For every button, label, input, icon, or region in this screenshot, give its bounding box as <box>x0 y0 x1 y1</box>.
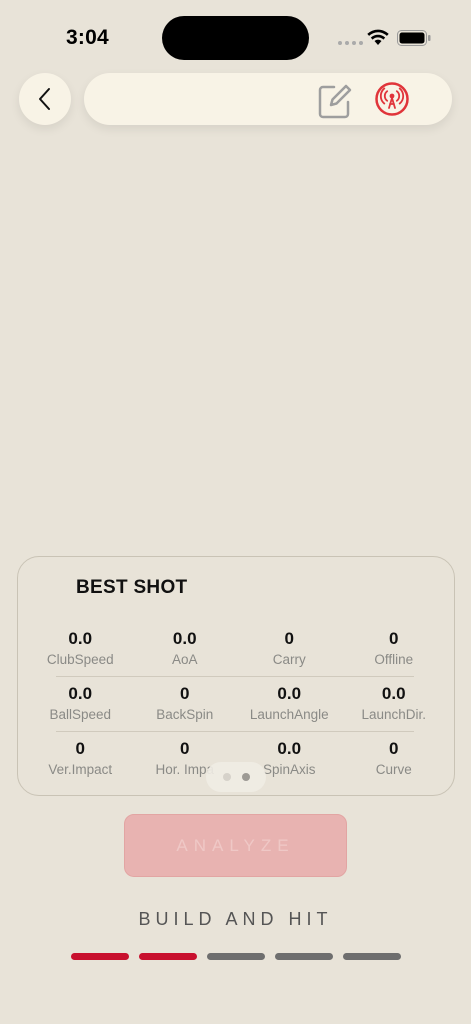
metric-ball-speed: 0.0 BallSpeed <box>28 684 133 736</box>
metric-ver-impact: 0 Ver.Impact <box>28 739 133 791</box>
progress-step <box>275 953 333 960</box>
build-and-hit-title: BUILD AND HIT <box>138 909 333 929</box>
page-dot[interactable] <box>222 773 231 781</box>
metric-value: 0.0 <box>68 684 93 703</box>
wifi-icon <box>367 29 389 45</box>
metric-value: 0 <box>389 739 399 758</box>
metric-label: LaunchAngle <box>249 707 329 722</box>
page-dot-active[interactable] <box>241 773 250 781</box>
metric-label: LaunchDir. <box>361 707 427 722</box>
cellular-signal-icon <box>338 41 363 45</box>
metric-label: Curve <box>375 762 412 777</box>
dynamic-island <box>162 16 309 60</box>
metric-value: 0.0 <box>277 684 302 703</box>
row-divider <box>56 676 414 677</box>
chevron-left-icon <box>39 88 50 110</box>
metric-launch-dir: 0.0 LaunchDir. <box>342 684 447 736</box>
row-divider <box>56 731 414 732</box>
metric-label: BallSpeed <box>49 707 112 722</box>
metric-aoa: 0.0 AoA <box>133 629 238 681</box>
best-shot-card[interactable]: BEST SHOT 0.0 ClubSpeed 0.0 AoA 0 Carry … <box>17 556 455 796</box>
metric-value: 0 <box>180 739 190 758</box>
metric-value: 0.0 <box>172 629 197 648</box>
metric-value: 0 <box>284 629 294 648</box>
metrics-row: 0.0 ClubSpeed 0.0 AoA 0 Carry 0 Offline <box>28 629 446 681</box>
broadcast-icon[interactable] <box>374 81 410 117</box>
metric-back-spin: 0 BackSpin <box>133 684 238 736</box>
analyze-button[interactable]: ANALYZE <box>124 814 347 877</box>
top-toolbar <box>84 73 452 125</box>
metrics-row: 0.0 BallSpeed 0 BackSpin 0.0 LaunchAngle… <box>28 684 446 736</box>
progress-step <box>343 953 401 960</box>
edit-icon[interactable] <box>314 81 354 121</box>
metric-label: Ver.Impact <box>48 762 113 777</box>
progress-step <box>71 953 129 960</box>
metric-club-speed: 0.0 ClubSpeed <box>28 629 133 681</box>
page-indicator[interactable] <box>206 762 266 792</box>
metric-value: 0.0 <box>381 684 406 703</box>
metric-value: 0 <box>180 684 190 703</box>
metric-launch-angle: 0.0 LaunchAngle <box>237 684 342 736</box>
best-shot-title: BEST SHOT <box>76 577 188 598</box>
metric-curve: 0 Curve <box>342 739 447 791</box>
step-progress <box>71 953 401 960</box>
battery-icon <box>397 30 431 46</box>
metric-value: 0.0 <box>277 739 302 758</box>
metric-offline: 0 Offline <box>342 629 447 681</box>
metric-label: ClubSpeed <box>46 652 114 667</box>
progress-step <box>207 953 265 960</box>
metric-label: Offline <box>374 652 414 667</box>
metric-value: 0 <box>75 739 85 758</box>
progress-step <box>139 953 197 960</box>
metric-label: Carry <box>272 652 306 667</box>
back-button[interactable] <box>19 73 71 125</box>
metric-label: AoA <box>171 652 198 667</box>
metric-carry: 0 Carry <box>237 629 342 681</box>
status-time: 3:04 <box>66 26 109 49</box>
metric-label: BackSpin <box>156 707 214 722</box>
metric-value: 0.0 <box>68 629 93 648</box>
metric-value: 0 <box>389 629 399 648</box>
